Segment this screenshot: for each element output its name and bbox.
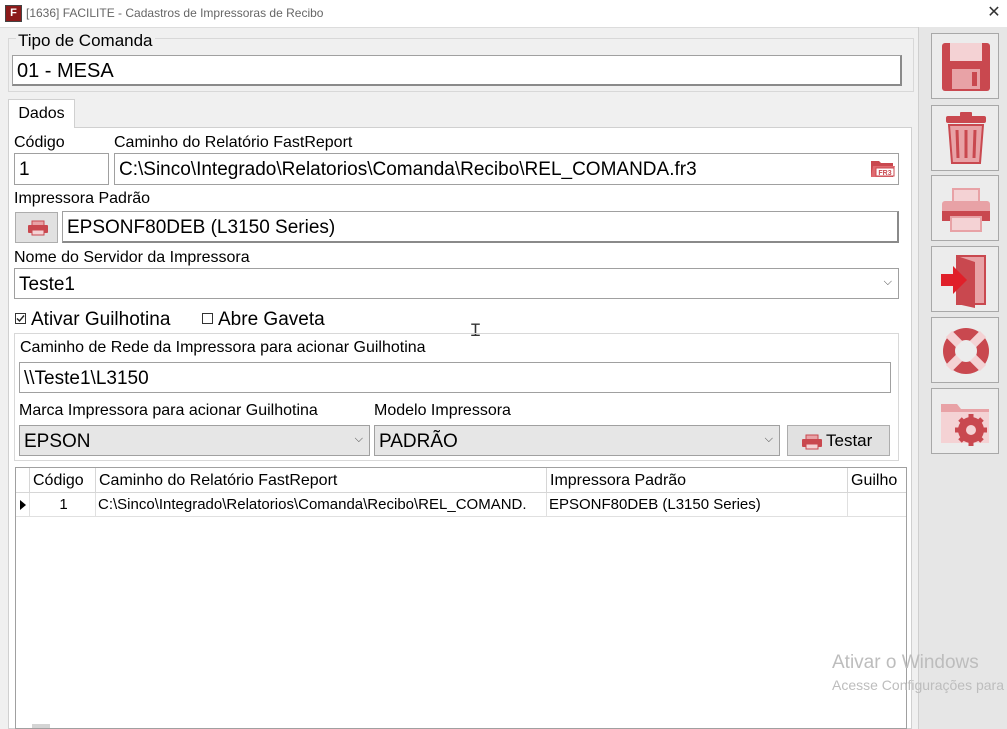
impressora-padrao-field[interactable]: EPSONF80DEB (L3150 Series) [62, 211, 899, 243]
servidor-label: Nome do Servidor da Impressora [14, 249, 250, 266]
windows-activation-watermark: Ativar o Windows [832, 652, 979, 673]
modelo-label: Modelo Impressora [374, 402, 511, 419]
data-grid[interactable]: Código Caminho do Relatório FastReport I… [15, 467, 907, 729]
tab-dados[interactable]: Dados [8, 99, 75, 128]
trash-icon [946, 112, 986, 164]
select-printer-button[interactable] [15, 212, 58, 243]
caminho-relatorio-label: Caminho do Relatório FastReport [114, 134, 353, 151]
marca-select[interactable]: EPSON ⌵ [19, 425, 370, 456]
print-button[interactable] [931, 175, 999, 241]
printer-icon [802, 434, 822, 450]
horizontal-scrollbar-thumb[interactable] [32, 724, 50, 728]
caminho-rede-input[interactable]: \\Teste1\L3150 [19, 362, 891, 393]
codigo-label: Código [14, 134, 65, 151]
grid-header-impressora[interactable]: Impressora Padrão [547, 468, 848, 493]
servidor-select[interactable]: Teste1 ⌵ [14, 268, 899, 299]
exit-door-icon [941, 255, 986, 308]
save-icon [942, 43, 990, 91]
window-title: [1636] FACILITE - Cadastros de Impressor… [26, 6, 324, 20]
save-button[interactable] [931, 33, 999, 99]
title-bar: F [1636] FACILITE - Cadastros de Impress… [0, 0, 1007, 28]
svg-text:FR3: FR3 [878, 170, 891, 177]
impressora-padrao-label: Impressora Padrão [14, 190, 151, 207]
grid-header-codigo[interactable]: Código [30, 468, 96, 493]
grid-indicator-header [16, 468, 30, 493]
grid-header-caminho[interactable]: Caminho do Relatório FastReport [96, 468, 547, 493]
marca-label: Marca Impressora para acionar Guilhotina [19, 402, 318, 419]
ativar-guilhotina-checkbox[interactable]: Ativar Guilhotina [15, 309, 170, 331]
help-button[interactable] [931, 317, 999, 383]
cell-impressora[interactable]: EPSONF80DEB (L3150 Series) [547, 493, 848, 517]
folder-open-icon[interactable]: FR3 [870, 157, 896, 179]
exit-button[interactable] [931, 246, 999, 312]
settings-button[interactable] [931, 388, 999, 454]
grid-header-guilhotina[interactable]: Guilho [848, 468, 906, 493]
codigo-input[interactable]: 1 [14, 153, 109, 185]
close-window-button[interactable]: ✕ [983, 2, 1005, 24]
printer-icon [942, 188, 990, 232]
chevron-down-icon: ⌵ [354, 432, 363, 445]
caminho-rede-label: Caminho de Rede da Impressora para acion… [20, 339, 426, 356]
cell-codigo[interactable]: 1 [30, 493, 96, 517]
cell-guilhotina[interactable] [848, 493, 906, 517]
modelo-select[interactable]: PADRÃO ⌵ [374, 425, 780, 456]
checkbox-checked-icon [15, 313, 26, 324]
testar-button[interactable]: Testar [787, 425, 890, 456]
chevron-down-icon: ⌵ [764, 432, 773, 445]
chevron-down-icon: ⌵ [883, 275, 892, 288]
caminho-relatorio-input[interactable]: C:\Sinco\Integrado\Relatorios\Comanda\Re… [114, 153, 899, 185]
lifebuoy-icon [943, 328, 989, 374]
cell-caminho[interactable]: C:\Sinco\Integrado\Relatorios\Comanda\Re… [96, 493, 547, 517]
checkbox-unchecked-icon [202, 313, 213, 324]
app-icon: F [5, 5, 22, 22]
tipo-comanda-field[interactable]: 01 - MESA [12, 55, 902, 86]
windows-activation-subtext: Acesse Configurações para [832, 677, 1004, 693]
folder-gear-icon [941, 404, 989, 446]
printer-icon [28, 220, 48, 236]
row-indicator-icon [16, 493, 30, 517]
tipo-comanda-label: Tipo de Comanda [16, 31, 155, 51]
delete-button[interactable] [931, 105, 999, 171]
abre-gaveta-checkbox[interactable]: Abre Gaveta [202, 309, 325, 331]
